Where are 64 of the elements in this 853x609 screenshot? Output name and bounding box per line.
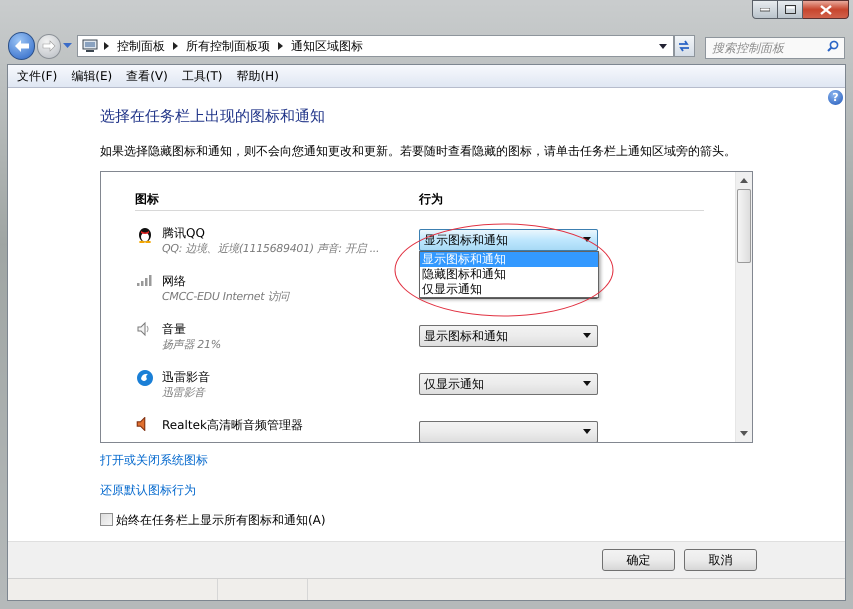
arrow-left-icon <box>14 39 30 53</box>
computer-icon <box>82 39 98 53</box>
column-header: 图标 <box>135 190 160 208</box>
refresh-arrows-icon <box>677 40 692 52</box>
chevron-right-icon[interactable] <box>104 42 110 50</box>
behavior-dropdown[interactable]: 仅显示通知 <box>419 372 598 394</box>
app-detail: CMCC-EDU Internet 访问 <box>162 288 289 304</box>
scroll-up-icon[interactable] <box>740 178 748 182</box>
back-button[interactable] <box>8 32 36 60</box>
dropdown-caret-icon <box>583 237 591 242</box>
address-bar[interactable]: 控制面板 所有控制面板项 通知区域图标 <box>77 35 674 57</box>
column-header: 行为 <box>419 190 443 208</box>
behavior-dropdown[interactable] <box>419 420 598 442</box>
dropdown-caret-icon <box>583 333 591 338</box>
behavior-dropdown[interactable]: 显示图标和通知 <box>419 228 598 250</box>
menu-item[interactable]: 文件(F) <box>11 67 64 85</box>
behavior-dropdown[interactable]: 显示图标和通知 <box>419 324 598 346</box>
signal-bars-icon <box>136 272 154 286</box>
close-icon <box>820 4 832 14</box>
page-heading: 选择在任务栏上出现的图标和通知 <box>100 106 326 127</box>
description-text: 如果选择隐藏图标和通知，则不会向您通知更改和更新。若要随时查看隐藏的图标，请单击任务栏上通知区域旁的箭头。 <box>100 142 737 160</box>
refresh-button[interactable] <box>674 35 695 57</box>
dialog-button[interactable]: 取消 <box>684 549 757 571</box>
app-name: 迅雷影音 <box>162 368 210 384</box>
arrow-right-icon <box>42 40 56 52</box>
menu-item[interactable]: 查看(V) <box>120 67 174 85</box>
search-field[interactable]: 搜索控制面板 <box>705 37 845 59</box>
link[interactable]: 打开或关闭系统图标 <box>100 450 208 468</box>
minimize-button[interactable] <box>752 0 778 19</box>
checkbox-label: 始终在任务栏上显示所有图标和通知(A) <box>116 512 326 528</box>
app-name: 网络 <box>162 272 187 288</box>
menu-item[interactable]: 编辑(E) <box>65 67 118 85</box>
dropdown-caret-icon <box>583 381 591 386</box>
app-name: 腾讯QQ <box>162 224 206 240</box>
maximize-button[interactable] <box>778 0 803 19</box>
dropdown-caret-icon <box>583 429 591 434</box>
breadcrumb-item[interactable]: 所有控制面板项 <box>186 37 270 55</box>
chevron-right-icon[interactable] <box>278 42 284 50</box>
scrollbar[interactable] <box>735 172 752 442</box>
checkbox[interactable] <box>100 513 113 526</box>
breadcrumb-item[interactable]: 通知区域图标 <box>291 37 364 55</box>
breadcrumb-item[interactable]: 控制面板 <box>117 37 166 55</box>
app-name: Realtek高清晰音频管理器 <box>162 416 303 432</box>
app-name: 音量 <box>162 320 187 336</box>
app-detail: 迅雷影音 <box>162 384 207 400</box>
swirl-icon <box>136 368 154 386</box>
history-caret-icon <box>63 43 72 49</box>
dropdown-option[interactable]: 隐藏图标和通知 <box>420 266 598 282</box>
close-button[interactable] <box>803 0 849 19</box>
maximize-icon <box>784 5 796 14</box>
menu-item[interactable]: 工具(T) <box>176 67 228 85</box>
app-detail: 扬声器 21% <box>162 336 221 352</box>
dropdown-caret-icon[interactable] <box>658 44 667 48</box>
link[interactable]: 还原默认图标行为 <box>100 480 196 498</box>
menu-item[interactable]: 帮助(H) <box>230 67 285 85</box>
scroll-down-icon[interactable] <box>740 430 748 436</box>
scroll-thumb[interactable] <box>737 188 751 262</box>
speaker-icon <box>136 416 146 430</box>
chevron-right-icon[interactable] <box>173 42 178 50</box>
dialog-button[interactable]: 确定 <box>602 549 675 571</box>
app-detail: QQ: 边境、近境(1115689401) 声音: 开启 ... <box>162 240 380 256</box>
minimize-icon <box>760 8 770 12</box>
dropdown-option[interactable]: 仅显示通知 <box>420 282 598 296</box>
search-icon <box>827 40 839 52</box>
